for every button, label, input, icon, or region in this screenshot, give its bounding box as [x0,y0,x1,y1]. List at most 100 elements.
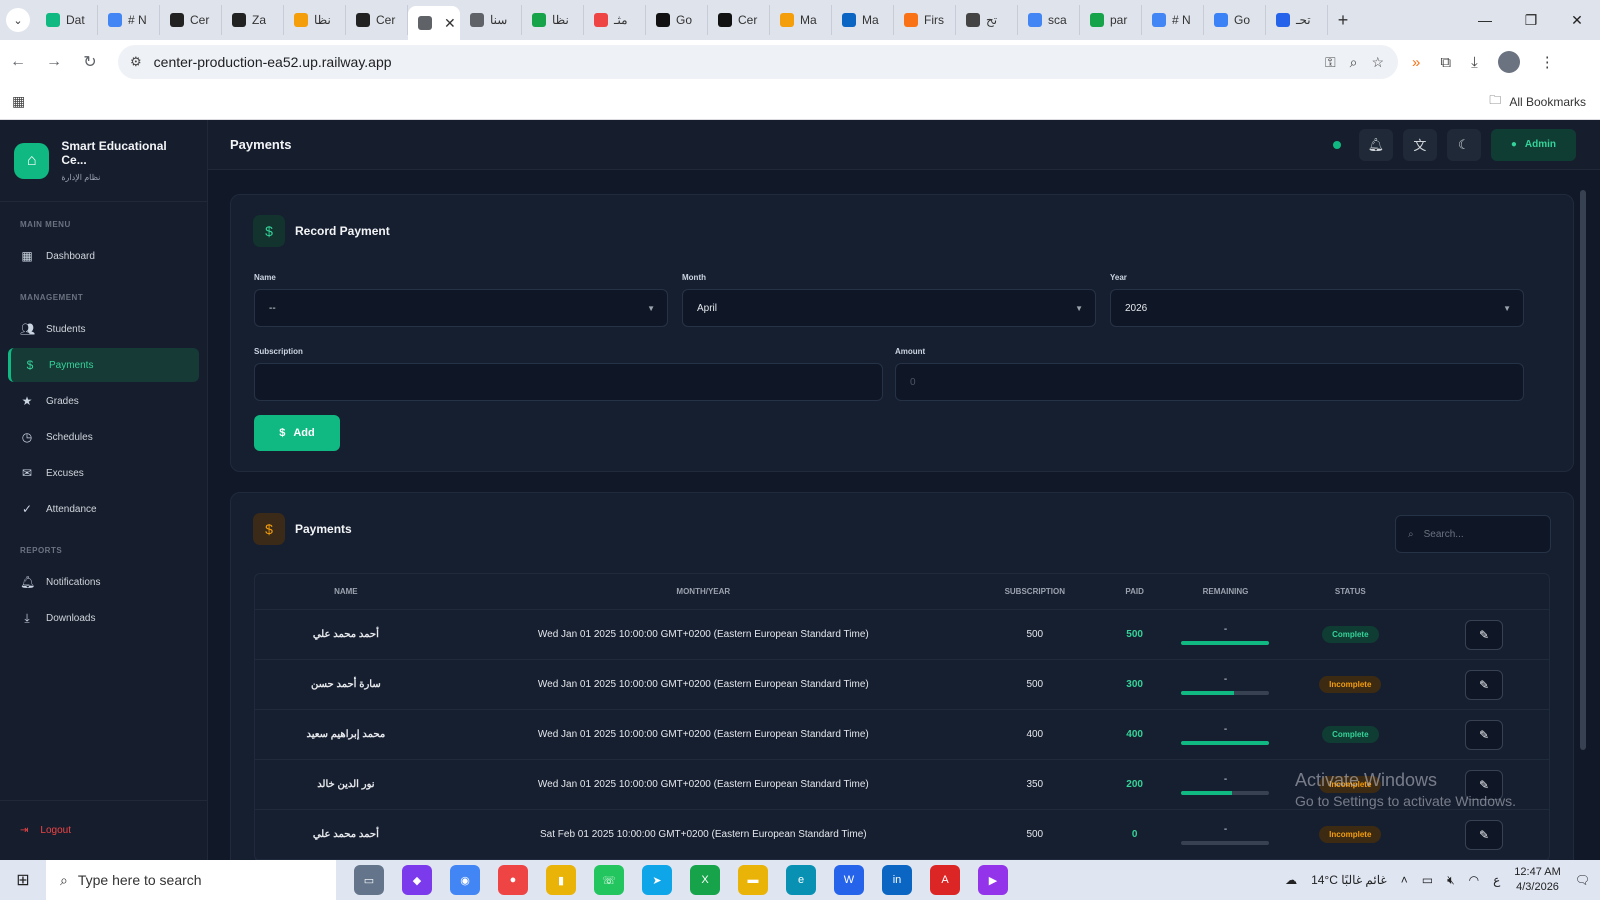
tab-favicon-icon [46,13,60,27]
clock[interactable]: 12:47 AM 4/3/2026 [1514,865,1560,895]
language-button[interactable]: 文 [1402,128,1437,161]
new-tab-button[interactable]: + [1328,10,1358,31]
edit-button[interactable]: ✎ [1465,619,1504,650]
browser-tab[interactable]: Ma [770,5,832,35]
browser-tab[interactable]: تح [956,5,1018,35]
language-indicator[interactable]: ع [1493,873,1500,887]
subscription-field[interactable] [254,363,883,401]
name-select[interactable]: -- ▼ [254,289,668,327]
browser-tab[interactable]: Ma [832,5,894,35]
all-bookmarks-button[interactable]: 🗀 All Bookmarks [1489,91,1586,112]
weather-icon[interactable]: ☁ [1285,873,1297,887]
chrome-icon[interactable]: ◉ [450,865,480,895]
word-icon[interactable]: W [834,865,864,895]
browser-tab[interactable]: سنا [460,5,522,35]
notifications-button[interactable]: 🔔︎ [1358,128,1393,161]
sidebar-item-excuses[interactable]: ✉ Excuses [8,456,199,490]
reload-button[interactable]: ↻ [72,52,108,72]
whatsapp-icon[interactable]: ☏ [594,865,624,895]
amount-input[interactable]: 0 [895,363,1524,401]
linkedin-icon[interactable]: in [882,865,912,895]
power-bi-icon[interactable]: ▮ [546,865,576,895]
month-select[interactable]: April ▼ [682,289,1096,327]
download-icon[interactable]: ⤓ [1471,54,1478,71]
sidebar-item-notifications[interactable]: 🔔︎ Notifications [8,565,199,599]
browser-tab[interactable]: # N [98,5,160,35]
browser-tab[interactable]: Go [646,5,708,35]
admin-label: Admin [1524,139,1556,150]
wifi-icon[interactable]: ◠ [1469,873,1479,887]
media-app-icon[interactable]: ▶ [978,865,1008,895]
url-bar[interactable]: ⚙ center-production-ea52.up.railway.app … [118,45,1398,79]
windows-start-icon[interactable]: ⊞ [0,870,46,890]
profile-avatar[interactable] [1497,51,1520,73]
extensions-puzzle-icon[interactable]: ⧉ [1440,54,1451,71]
sidebar-item-grades[interactable]: ★ Grades [8,384,199,418]
browser-tab[interactable]: Dat [36,5,98,35]
sidebar-item-label: Downloads [46,612,96,624]
browser-tab[interactable]: Firs [894,5,956,35]
sidebar-item-students[interactable]: 👥︎ Students [8,312,199,346]
notification-center-icon[interactable]: 🗨︎ [1575,873,1590,887]
volume-muted-icon[interactable]: 🔇︎ [1447,873,1455,888]
admin-user-button[interactable]: ● Admin [1490,128,1576,161]
tray-chevron-icon[interactable]: ˄ [1401,873,1408,887]
close-window-button[interactable]: ✕ [1554,12,1600,29]
forward-button[interactable]: → [36,53,72,71]
site-settings-icon[interactable]: ⚙ [130,54,142,70]
browser-tab[interactable]: par [1080,5,1142,35]
weather-text[interactable]: 14°C غائم غالبًا [1311,873,1387,887]
edge-icon[interactable]: e [786,865,816,895]
excel-icon[interactable]: X [690,865,720,895]
logout-button[interactable]: ⇥ Logout [0,800,208,860]
page-title: Payments [230,137,292,152]
visual-studio-icon[interactable]: ◆ [402,865,432,895]
year-select[interactable]: 2026 ▼ [1110,289,1524,327]
app-icon[interactable]: ● [498,865,528,895]
browser-tab[interactable]: Za [222,5,284,35]
battery-icon[interactable]: ▭ [1422,873,1433,887]
browser-menu-icon[interactable]: ⋮ [1540,53,1555,71]
task-view-icon[interactable]: ▭ [354,865,384,895]
maximize-button[interactable]: ❐ [1508,12,1554,29]
file-explorer-icon[interactable]: ▬ [738,865,768,895]
bookmark-star-icon[interactable]: ☆ [1371,54,1384,71]
tab-favicon-icon [718,13,732,27]
theme-toggle-button[interactable]: ☾ [1446,128,1481,161]
edit-button[interactable]: ✎ [1465,719,1504,750]
browser-tab[interactable]: # N [1142,5,1204,35]
tab-search-button[interactable]: ⌄ [0,0,36,40]
telegram-icon[interactable]: ➤ [642,865,672,895]
tab-label: Go [1234,13,1251,27]
taskbar-search[interactable]: ⌕ Type here to search [46,860,336,900]
browser-tab[interactable]: Cer [346,5,408,35]
browser-tab[interactable]: Cer [708,5,770,35]
back-button[interactable]: ← [0,53,36,71]
sidebar-item-attendance[interactable]: ✓ Attendance [8,492,199,526]
browser-tab[interactable]: Go [1204,5,1266,35]
sidebar-item-schedules[interactable]: ◷ Schedules [8,420,199,454]
zoom-icon[interactable]: ⌕ [1350,54,1358,71]
sidebar-item-downloads[interactable]: ⤓ Downloads [8,601,199,635]
browser-tab[interactable]: نظا [284,5,346,35]
row-name: أحمد محمد علي [312,629,379,640]
edit-button[interactable]: ✎ [1465,819,1504,850]
browser-tab[interactable]: مثـ [584,5,646,35]
minimize-button[interactable]: — [1462,12,1508,29]
acrobat-icon[interactable]: A [930,865,960,895]
page-scrollbar[interactable] [1580,190,1586,750]
sidebar-item-payments[interactable]: $ Payments [8,348,199,382]
browser-tab[interactable]: Cer [160,5,222,35]
add-payment-button[interactable]: $ Add [254,415,340,451]
browser-tab[interactable]: نظا [522,5,584,35]
password-key-icon[interactable]: ⚿ [1325,54,1336,71]
extension-icon[interactable]: » [1412,54,1420,71]
search-input[interactable]: ⌕ Search... [1395,515,1551,553]
close-tab-icon[interactable]: ✕ [444,15,456,32]
apps-grid-icon[interactable]: ▦ [12,93,25,110]
edit-button[interactable]: ✎ [1465,669,1504,700]
browser-tab[interactable]: sca [1018,5,1080,35]
sidebar-item-dashboard[interactable]: ▦ Dashboard [8,239,199,273]
browser-tab[interactable]: تحـ [1266,5,1328,35]
browser-tab[interactable]: ✕ [408,6,460,40]
